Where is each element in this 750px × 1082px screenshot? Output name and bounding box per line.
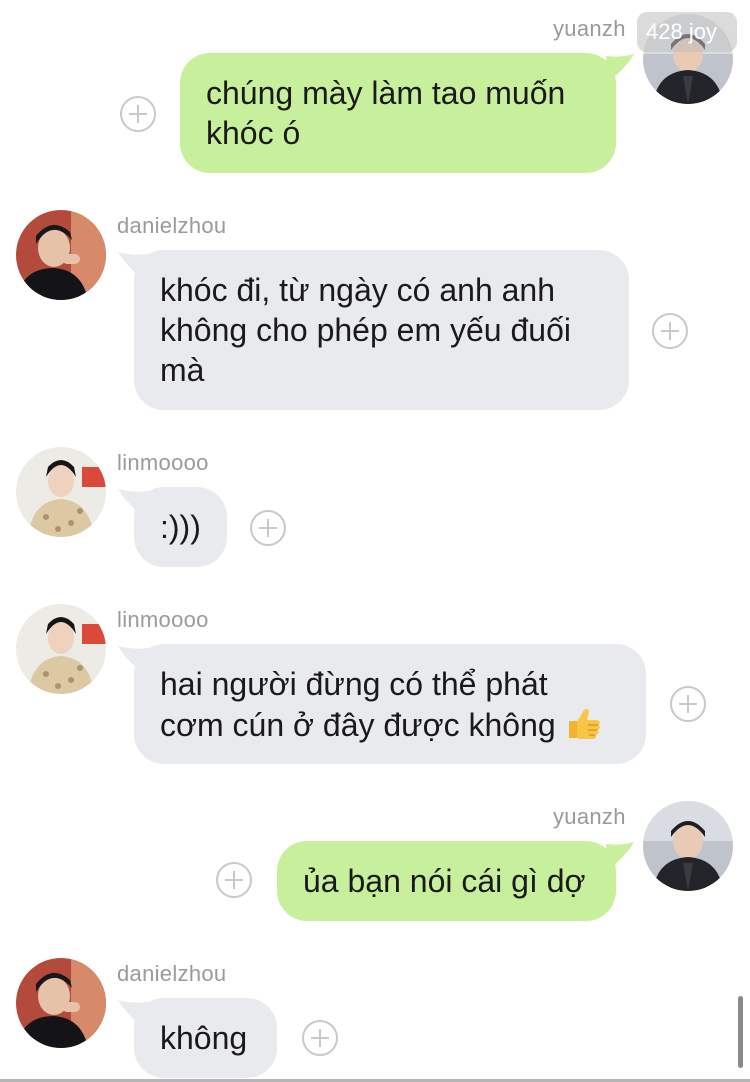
avatar[interactable]: [16, 210, 106, 300]
add-reaction-icon[interactable]: [250, 510, 286, 546]
message-line: hai người đừng có thể phát: [160, 666, 548, 702]
sender-name: danielzhou: [117, 213, 227, 238]
sender-name: yuanzh: [553, 16, 626, 41]
watermark: 428 joy: [637, 12, 737, 52]
message-bubble[interactable]: chúng mày làm tao muốn khóc ó: [180, 53, 616, 173]
message-bubble[interactable]: ủa bạn nói cái gì dợ: [277, 841, 616, 921]
sender-name: linmoooo: [117, 607, 209, 632]
user-avatar-icon: [16, 447, 106, 537]
thumbs-up-icon: [564, 704, 602, 751]
add-reaction-icon[interactable]: [670, 686, 706, 722]
message-bubble[interactable]: hai người đừng có thể phát cơm cún ở đây…: [134, 644, 646, 764]
sender-name: danielzhou: [117, 961, 227, 986]
message-line: ủa bạn nói cái gì dợ: [303, 863, 586, 899]
user-avatar-icon: [16, 958, 106, 1048]
message-line: cơm cún ở đây được không: [160, 706, 556, 743]
user-avatar-icon: [16, 210, 106, 300]
user-avatar-icon: [643, 801, 733, 891]
avatar[interactable]: [16, 958, 106, 1048]
sender-name: yuanzh: [553, 804, 626, 829]
message-bubble[interactable]: khóc đi, từ ngày có anh anh không cho ph…: [134, 250, 629, 410]
message-bubble[interactable]: :))): [134, 487, 227, 567]
sender-name: linmoooo: [117, 450, 209, 475]
add-reaction-icon[interactable]: [302, 1020, 338, 1056]
message-line: mà: [160, 352, 205, 388]
message-line: khóc đi, từ ngày có anh anh: [160, 272, 556, 308]
user-avatar-icon: [16, 604, 106, 694]
avatar[interactable]: [643, 801, 733, 891]
message-line: không: [160, 1020, 248, 1056]
message-line: khóc ó: [206, 115, 301, 151]
message-line: chúng mày làm tao muốn: [206, 75, 566, 111]
add-reaction-icon[interactable]: [216, 862, 252, 898]
avatar[interactable]: [16, 447, 106, 537]
add-reaction-icon[interactable]: [652, 313, 688, 349]
message-line: không cho phép em yếu đuối: [160, 312, 571, 348]
scrollbar[interactable]: [738, 996, 743, 1068]
add-reaction-icon[interactable]: [120, 96, 156, 132]
avatar[interactable]: [16, 604, 106, 694]
message-line: :))): [160, 509, 201, 545]
message-bubble[interactable]: không: [134, 998, 277, 1078]
